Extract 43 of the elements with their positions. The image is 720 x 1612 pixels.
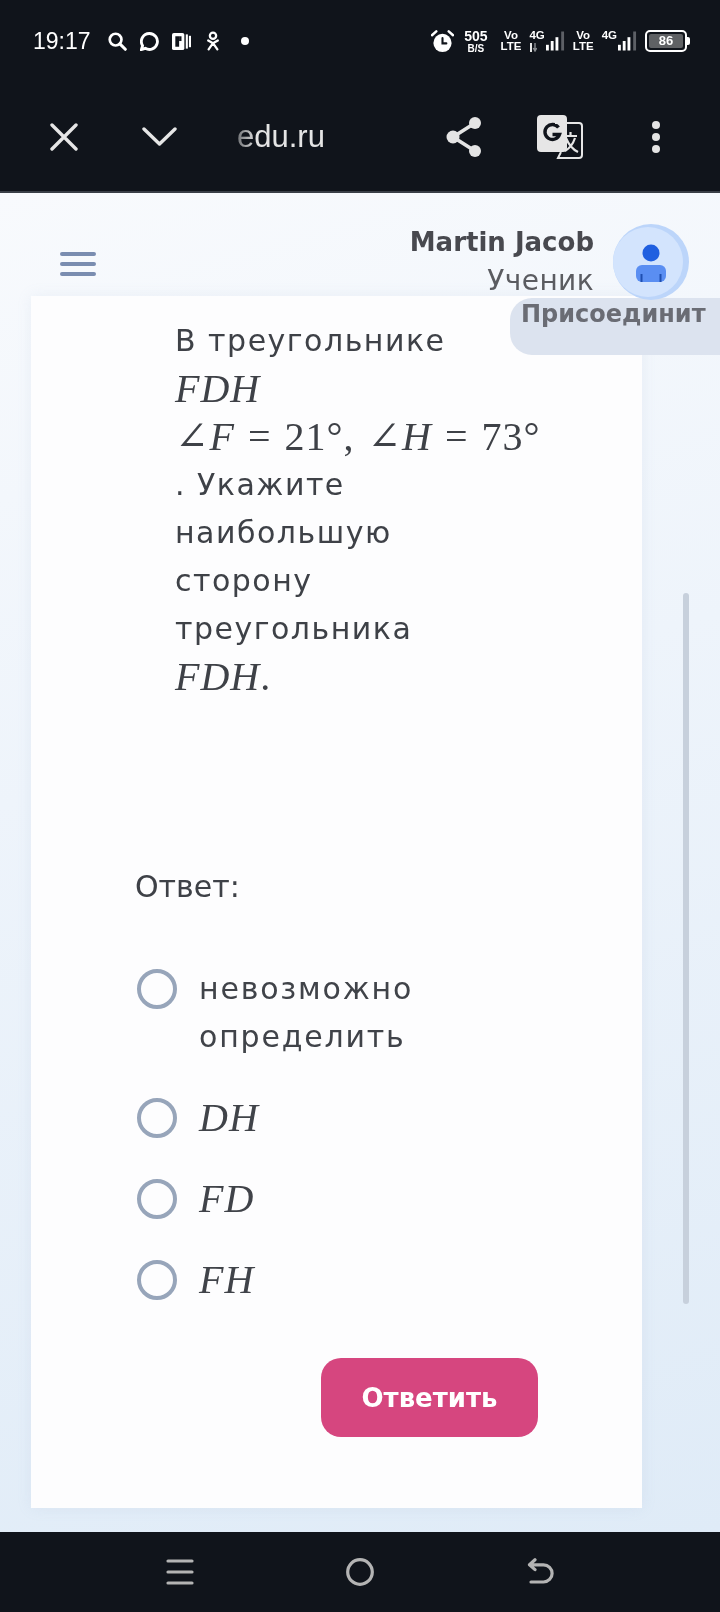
user-role: Ученик [487,267,594,295]
radio-button[interactable] [137,969,177,1009]
url-text[interactable]: edu.ru [237,118,325,155]
back-icon[interactable] [526,1558,554,1586]
chat-bubble-icon [139,31,159,51]
user-name: Martin Jacob [409,226,594,258]
option-label[interactable]: DH [199,1094,259,1142]
recent-apps-icon[interactable] [166,1558,194,1586]
option-label[interactable]: FD [199,1175,255,1223]
search-icon [107,31,127,51]
clock-time: 19:17 [33,27,91,55]
join-button[interactable]: Присоединит [510,298,720,355]
network-type-label: 4G [601,29,617,42]
stacked-pages-icon [171,31,191,51]
more-options-icon[interactable] [652,120,660,153]
submit-button[interactable]: Ответить [321,1358,538,1437]
vo-label: Vo [576,29,591,41]
radio-button[interactable] [137,1260,177,1300]
option-label[interactable]: FH [199,1256,255,1304]
alarm-clock-icon [431,29,455,53]
scroll-bar[interactable] [683,593,689,1304]
user-avatar-icon[interactable] [613,224,689,300]
lte-label: LTE [500,41,522,53]
vo-label: Vo [504,29,518,41]
network-speed-value: 505 [464,28,488,43]
share-icon[interactable] [446,116,482,157]
translate-icon[interactable] [537,114,583,159]
menu-icon[interactable] [60,252,96,276]
notification-dot-icon [240,37,249,45]
radio-button[interactable] [137,1179,177,1219]
signal-bars-icon [618,31,637,51]
option-label[interactable]: невозможно определить [199,965,499,1061]
network-type-label: 4G [529,29,545,42]
home-icon[interactable] [346,1558,374,1586]
signal-bars-icon [545,31,565,51]
close-icon[interactable] [50,122,78,151]
battery-percent: 86 [649,34,683,48]
lte-label: LTE [572,41,594,53]
network-speed-unit: B/S [467,43,485,54]
answer-label: Ответ: [135,868,240,906]
chevron-down-icon[interactable] [142,127,177,146]
radio-button[interactable] [137,1098,177,1138]
stick-figure-icon [205,31,220,51]
